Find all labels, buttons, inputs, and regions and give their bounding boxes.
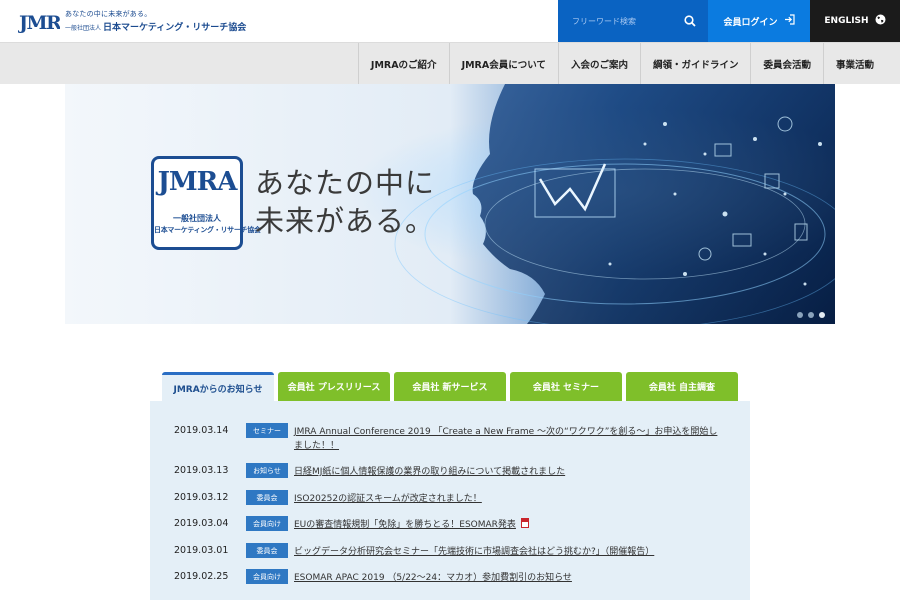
nav-item-guidelines[interactable]: 綱領・ガイドライン xyxy=(639,43,751,85)
tab-new-services[interactable]: 会員社 新サービス xyxy=(394,372,506,401)
slider-dot-1[interactable] xyxy=(797,312,803,318)
category-badge: 会員向け xyxy=(246,516,288,531)
news-tabs: JMRAからのお知らせ 会員社 プレスリリース 会員社 新サービス 会員社 セミ… xyxy=(162,372,742,401)
news-link[interactable]: ISO20252の認証スキームが改定されました！ xyxy=(294,492,724,506)
category-badge: お知らせ xyxy=(246,463,288,478)
member-login-label: 会員ログイン xyxy=(723,17,778,28)
svg-text:JMRA: JMRA xyxy=(18,12,60,33)
main-nav-bar: JMRAのご紹介 JMRA会員について 入会のご案内 綱領・ガイドライン 委員会… xyxy=(0,42,900,85)
nav-item-join[interactable]: 入会のご案内 xyxy=(557,43,640,85)
nav-item-about[interactable]: JMRAのご紹介 xyxy=(357,43,449,85)
tab-jmra-news[interactable]: JMRAからのお知らせ xyxy=(162,372,274,401)
news-date: 2019.02.25 xyxy=(174,571,229,582)
search-input[interactable] xyxy=(572,11,672,31)
news-link[interactable]: 日経MJ紙に個人情報保護の業界の取り組みについて掲載されました xyxy=(294,465,724,479)
tab-press-releases[interactable]: 会員社 プレスリリース xyxy=(278,372,390,401)
news-date: 2019.03.04 xyxy=(174,518,229,529)
top-bar: JMRA あなたの中に未来がある。 一般社団法人日本マーケティング・リサーチ協会… xyxy=(0,0,900,42)
logo-org-prefix: 一般社団法人 xyxy=(65,25,102,32)
logo-org-main: 日本マーケティング・リサーチ協会 xyxy=(103,23,247,33)
news-link[interactable]: ビッグデータ分析研究会セミナー「先端技術に市場調査会社はどう挑むか?」（開催報告… xyxy=(294,545,724,559)
pdf-icon xyxy=(520,518,529,528)
news-date: 2019.03.12 xyxy=(174,492,229,503)
category-badge: 委員会 xyxy=(246,490,288,505)
site-logo[interactable]: JMRA あなたの中に未来がある。 一般社団法人日本マーケティング・リサーチ協会 xyxy=(18,8,246,34)
hero-logo-org-line1: 一般社団法人 xyxy=(173,214,221,223)
nav-item-committees[interactable]: 委員会活動 xyxy=(750,43,823,85)
news-list: 2019.03.14 セミナー JMRA Annual Conference 2… xyxy=(150,401,750,600)
search-icon[interactable] xyxy=(680,11,700,31)
english-label: ENGLISH xyxy=(824,16,869,26)
login-arrow-icon xyxy=(784,14,795,28)
hero-copy-line1: あなたの中に xyxy=(255,166,436,200)
slider-dots xyxy=(797,312,825,318)
news-link[interactable]: ESOMAR APAC 2019 （5/22～24：マカオ）参加費割引のお知らせ xyxy=(294,571,724,585)
member-login-button[interactable]: 会員ログイン xyxy=(708,0,810,42)
hero-banner[interactable]: JMRA 一般社団法人 日本マーケティング・リサーチ協会 あなたの中に 未来があ… xyxy=(65,84,835,324)
news-date: 2019.03.14 xyxy=(174,425,229,436)
news-link[interactable]: EUの審査情報規制「免除」を勝ちとる！ESOMAR発表 xyxy=(294,518,724,532)
hero-catchcopy: あなたの中に 未来がある。 xyxy=(255,164,435,240)
nav-item-projects[interactable]: 事業活動 xyxy=(822,43,886,85)
nav-item-members[interactable]: JMRA会員について xyxy=(448,43,558,85)
slider-dot-3[interactable] xyxy=(819,312,825,318)
news-date: 2019.03.01 xyxy=(174,545,229,556)
hero-logo-org-line2: 日本マーケティング・リサーチ協会 xyxy=(154,226,261,234)
hero-copy-line2: 未来がある。 xyxy=(255,204,436,238)
logo-tagline: あなたの中に未来がある。 xyxy=(65,10,152,18)
main-nav: JMRAのご紹介 JMRA会員について 入会のご案内 綱領・ガイドライン 委員会… xyxy=(357,43,886,85)
english-button[interactable]: ENGLISH xyxy=(810,0,900,42)
logo-org-name: 一般社団法人 日本マーケティング・リサーチ協会 xyxy=(65,20,246,33)
category-badge: セミナー xyxy=(246,423,288,438)
news-link[interactable]: JMRA Annual Conference 2019 「Create a Ne… xyxy=(294,425,724,453)
news-date: 2019.03.13 xyxy=(174,465,229,476)
globe-icon xyxy=(875,14,886,28)
jmra-logo-mark: JMRA xyxy=(18,12,60,33)
search-box xyxy=(558,0,708,42)
tab-self-surveys[interactable]: 会員社 自主調査 xyxy=(626,372,738,401)
hero-jmra-logo: JMRA 一般社団法人 日本マーケティング・リサーチ協会 xyxy=(151,156,261,250)
slider-dot-2[interactable] xyxy=(808,312,814,318)
news-link-text: EUの審査情報規制「免除」を勝ちとる！ESOMAR発表 xyxy=(294,520,516,530)
hero-logo-mark: JMRA xyxy=(157,167,238,197)
tab-seminars[interactable]: 会員社 セミナー xyxy=(510,372,622,401)
category-badge: 会員向け xyxy=(246,569,288,584)
category-badge: 委員会 xyxy=(246,543,288,558)
